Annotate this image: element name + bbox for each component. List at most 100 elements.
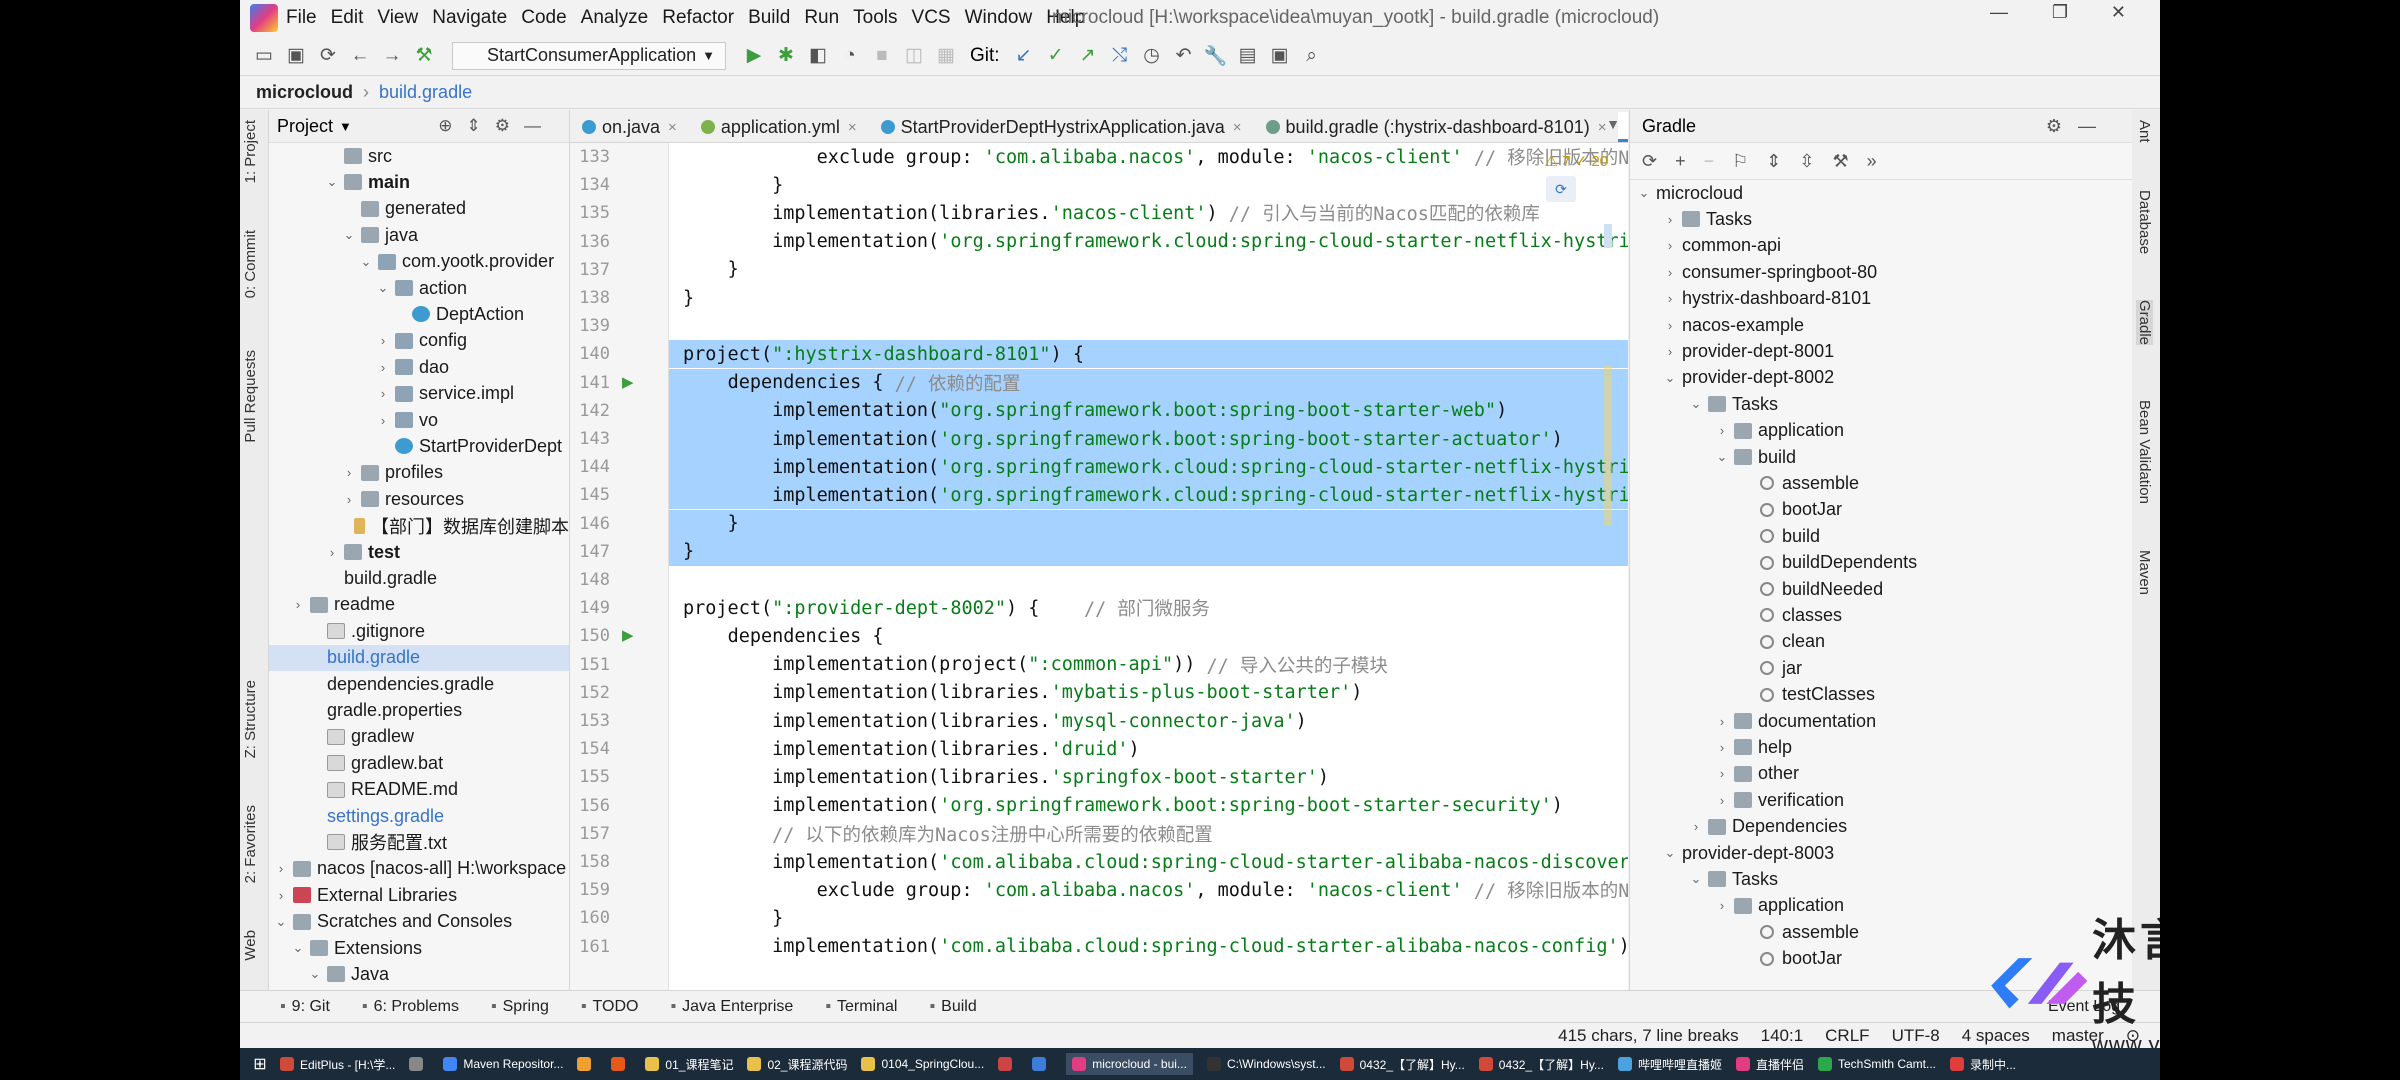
chevron-right-icon[interactable]: › — [375, 413, 391, 428]
menu-file[interactable]: File — [286, 7, 317, 29]
chevron-right-icon[interactable]: › — [1662, 265, 1678, 280]
project_panel-row[interactable]: 【部门】数据库创建脚本 — [269, 513, 569, 539]
stripe-favorites-tab[interactable]: 2: Favorites — [242, 805, 259, 883]
menu-view[interactable]: View — [377, 7, 418, 29]
taskbar-item[interactable]: EditPlus - [H:\学... — [280, 1056, 395, 1073]
chevron-right-icon[interactable]: › — [324, 545, 340, 560]
forward-icon[interactable]: → — [376, 45, 408, 67]
taskbar-item[interactable]: TechSmith Camt... — [1817, 1057, 1936, 1071]
chevron-right-icon[interactable]: › — [1662, 344, 1678, 359]
git-rollback-icon[interactable]: ↶ — [1168, 44, 1200, 67]
menu-navigate[interactable]: Navigate — [432, 7, 507, 29]
breadcrumb-file[interactable]: build.gradle — [379, 82, 472, 103]
restore-icon[interactable]: ❐ — [2052, 2, 2068, 23]
remove-icon[interactable]: − — [1704, 151, 1733, 172]
gradle_panel-row[interactable]: ⌄ build — [1630, 444, 2132, 470]
menu-build[interactable]: Build — [748, 7, 790, 29]
chevron-right-icon[interactable]: › — [341, 492, 357, 507]
gradle_panel-row[interactable]: › provider-dept-8001 — [1630, 338, 2132, 364]
editor-tab[interactable]: on.java × — [570, 112, 689, 142]
open-icon[interactable]: ▭ — [248, 44, 280, 67]
gradle_panel-row[interactable]: › consumer-springboot-80 — [1630, 259, 2132, 285]
project-panel-actions-icon[interactable]: ⊕⇕⚙— — [438, 116, 555, 136]
git-history-icon[interactable]: ◷ — [1136, 44, 1168, 67]
taskbar-item[interactable] — [1032, 1057, 1052, 1071]
gradle_panel-row[interactable]: › documentation — [1630, 708, 2132, 734]
gradle_panel-row[interactable]: › Tasks — [1630, 206, 2132, 232]
taskbar-item[interactable]: 0104_SpringClou... — [861, 1057, 984, 1071]
chevron-right-icon[interactable]: › — [1714, 793, 1730, 808]
gradle_panel-row[interactable]: ⌄ provider-dept-8002 — [1630, 365, 2132, 391]
stop-icon[interactable]: ■ — [866, 45, 898, 67]
project_panel-row[interactable]: ⌄ main — [269, 169, 569, 195]
chevron-right-icon[interactable]: › — [375, 386, 391, 401]
more-icon[interactable]: » — [1867, 151, 1895, 172]
stripe-gradle-tab[interactable]: Gradle — [2136, 300, 2153, 346]
gradle_panel-row[interactable]: ⌄ Tasks — [1630, 391, 2132, 417]
chevron-right-icon[interactable]: › — [1662, 238, 1678, 253]
run-icon[interactable]: ▶ — [738, 44, 770, 67]
gradle_panel-row[interactable]: ⌄ Tasks — [1630, 866, 2132, 892]
git-merge-icon[interactable]: ⤭ — [1104, 45, 1136, 67]
toolwindow-button[interactable]: ▪ TODO — [581, 998, 639, 1016]
taskbar-item[interactable]: 直播伴侣 — [1735, 1056, 1804, 1073]
gradle_panel-row[interactable]: ⌄ provider-dept-8003 — [1630, 840, 2132, 866]
chevron-right-icon[interactable]: › — [1714, 423, 1730, 438]
stripe-maven-tab[interactable]: Maven — [2136, 550, 2153, 595]
project_panel-row[interactable]: › vo — [269, 407, 569, 433]
menu-vcs[interactable]: VCS — [912, 7, 951, 29]
project_panel-row[interactable]: › profiles — [269, 460, 569, 486]
toolwindow-button[interactable]: ▪ Terminal — [825, 998, 897, 1016]
menu-window[interactable]: Window — [965, 7, 1033, 29]
project_panel-row[interactable]: .gitignore — [269, 618, 569, 644]
taskbar-item[interactable]: 哔哩哔哩直播姬 — [1617, 1056, 1722, 1073]
gradle_panel-row[interactable]: › common-api — [1630, 233, 2132, 259]
save-icon[interactable]: ▣ — [280, 44, 312, 67]
chevron-down-icon[interactable]: ⌄ — [1688, 871, 1704, 887]
chevron-right-icon[interactable]: › — [290, 597, 306, 612]
gradle_panel-row[interactable]: › application — [1630, 418, 2132, 444]
chevron-right-icon[interactable]: › — [273, 861, 289, 876]
project_panel-row[interactable]: › test — [269, 539, 569, 565]
toolwindow-button[interactable]: ▪ Build — [929, 998, 976, 1016]
close-tab-icon[interactable]: × — [1233, 119, 1242, 136]
menu-code[interactable]: Code — [521, 7, 566, 29]
presentation-icon[interactable]: ▣ — [1264, 44, 1296, 67]
chevron-right-icon[interactable]: › — [1662, 318, 1678, 333]
inspection-widget[interactable]: ⚠ 7 ✓ 20 — [1544, 152, 1608, 170]
close-tab-icon[interactable]: × — [668, 119, 677, 136]
chevron-down-icon[interactable]: ⌄ — [324, 174, 340, 190]
taskbar-item[interactable]: 02_课程源代码 — [747, 1056, 847, 1073]
gradle_panel-row[interactable]: › other — [1630, 761, 2132, 787]
project_panel-row[interactable]: dependencies.gradle — [269, 671, 569, 697]
windows-start-icon[interactable]: ⊞ — [240, 1054, 280, 1074]
project_panel-row[interactable]: generated — [269, 196, 569, 222]
minimize-icon[interactable]: — — [1990, 2, 2008, 23]
sync-icon[interactable]: ⟳ — [312, 44, 344, 67]
stripe-bean-validation-tab[interactable]: Bean Validation — [2136, 400, 2153, 504]
stripe-web-tab[interactable]: Web — [242, 930, 259, 961]
gradle_panel-row[interactable]: build — [1630, 523, 2132, 549]
taskbar-item[interactable]: Maven Repositor... — [443, 1057, 563, 1071]
project_panel-row[interactable]: › External Libraries — [269, 882, 569, 908]
project_panel-row[interactable]: gradle.properties — [269, 697, 569, 723]
chevron-right-icon[interactable]: › — [1662, 212, 1678, 227]
add-icon[interactable]: + — [1675, 151, 1704, 172]
close-tab-icon[interactable]: × — [848, 119, 857, 136]
gradle-reload-icon[interactable]: ⟳ — [1546, 176, 1576, 202]
taskbar-item[interactable]: 0432_【了解】Hy... — [1339, 1056, 1465, 1073]
project_panel-row[interactable]: 服务配置.txt — [269, 829, 569, 855]
chevron-right-icon[interactable]: › — [1714, 898, 1730, 913]
stripe-commit-tab[interactable]: 0: Commit — [242, 230, 259, 298]
breadcrumb-project[interactable]: microcloud — [256, 82, 353, 103]
project_panel-row[interactable]: ⌄ java — [269, 222, 569, 248]
gradle_panel-row[interactable]: jar — [1630, 655, 2132, 681]
chevron-down-icon[interactable]: ⌄ — [1714, 449, 1730, 465]
gradle_panel-row[interactable]: › verification — [1630, 787, 2132, 813]
stripe-database-tab[interactable]: Database — [2136, 190, 2153, 254]
taskbar-item[interactable] — [611, 1057, 631, 1071]
taskbar-item[interactable]: C:\Windows\syst... — [1206, 1057, 1326, 1071]
project_panel-row[interactable]: gradlew.bat — [269, 750, 569, 776]
expand-all-icon[interactable]: ⇕ — [1766, 151, 1799, 172]
project-panel-title[interactable]: Project — [277, 116, 333, 137]
